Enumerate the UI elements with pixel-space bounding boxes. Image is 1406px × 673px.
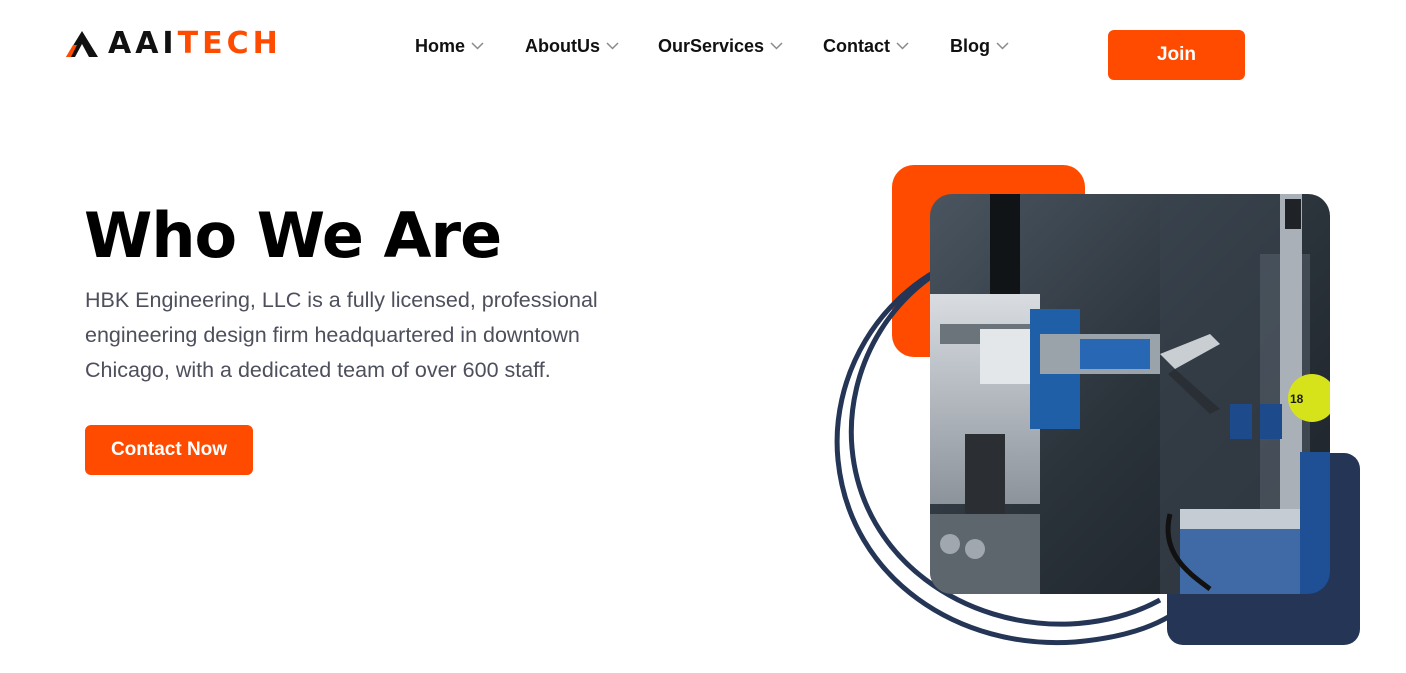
contact-now-button[interactable]: Contact Now <box>85 425 253 475</box>
chevron-down-icon <box>896 42 909 50</box>
nav-item-home[interactable]: Home <box>415 33 484 59</box>
brand-name-accent: TECH <box>177 26 282 61</box>
nav-item-ourservices[interactable]: OurServices <box>658 33 783 59</box>
chevron-down-icon <box>996 42 1009 50</box>
chevron-down-icon <box>471 42 484 50</box>
nav-item-aboutus[interactable]: AboutUs <box>525 33 619 59</box>
hero-description: HBK Engineering, LLC is a fully licensed… <box>85 288 598 382</box>
nav-item-contact[interactable]: Contact <box>823 33 909 59</box>
nav-item-label: OurServices <box>658 35 765 56</box>
nav-item-label: Home <box>415 35 466 56</box>
site-header: AAITECH Home AboutUs OurServices Contact… <box>0 0 1406 100</box>
brand-name: AAITECH <box>108 27 282 61</box>
photo-label: 18 <box>1290 392 1304 406</box>
join-button[interactable]: Join <box>1108 30 1245 80</box>
machinery-photo: 18 <box>930 194 1330 594</box>
nav-item-label: Blog <box>950 35 990 56</box>
nav-item-label: AboutUs <box>525 35 600 56</box>
nav-item-label: Contact <box>823 35 890 56</box>
brand-name-dark: AAI <box>108 26 178 61</box>
decorative-rings <box>834 247 1172 646</box>
navy-accent-block <box>1167 453 1360 645</box>
orange-accent-block <box>892 165 1085 357</box>
chevron-down-icon <box>770 42 783 50</box>
chevron-down-icon <box>606 42 619 50</box>
triangle-logo-icon <box>66 31 98 57</box>
hero-title: Who We Are <box>84 199 502 272</box>
brand-logo[interactable]: AAITECH <box>64 27 282 61</box>
nav-item-blog[interactable]: Blog <box>950 33 1009 59</box>
